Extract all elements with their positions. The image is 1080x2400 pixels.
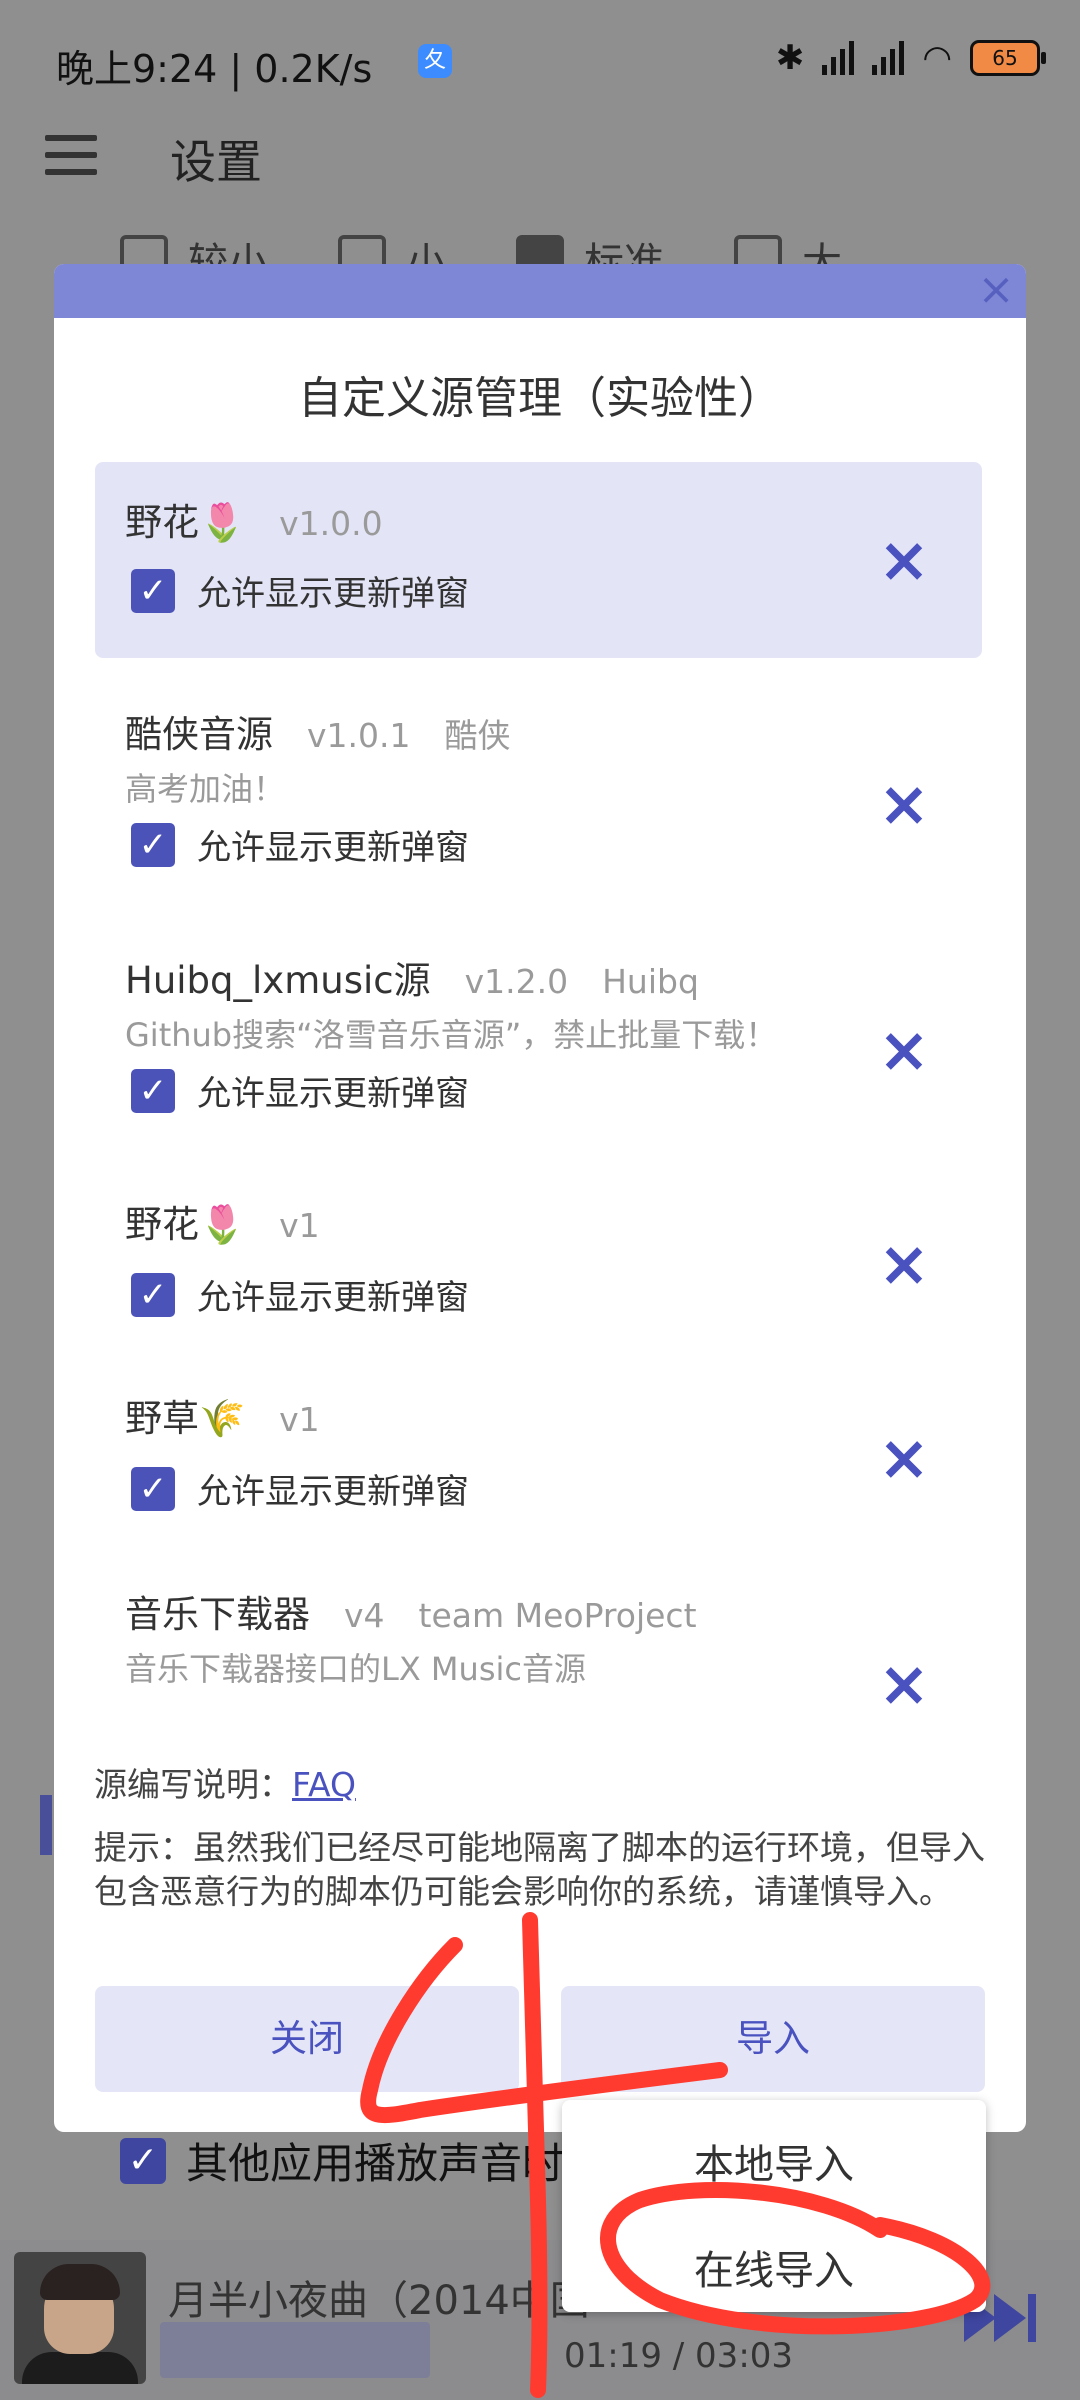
source-item[interactable]: Huibq_lxmusic源 v1.2.0 Huibq Github搜索“洛雪音… (95, 930, 982, 1160)
source-version: v1.0.0 (279, 504, 383, 543)
source-header: 音乐下载器 v4 team MeoProject (125, 1584, 697, 1638)
source-author: 酷侠 (444, 716, 511, 755)
lyric-placeholder (160, 2322, 430, 2378)
wifi-icon: ◠ (922, 38, 952, 78)
checkbox-label: 允许显示更新弹窗 (197, 828, 469, 868)
dialog-header: × (54, 264, 1026, 318)
remove-source-icon[interactable]: × (878, 1233, 930, 1295)
source-item[interactable]: 音乐下载器 v4 team MeoProject 音乐下载器接口的LX Musi… (95, 1564, 982, 1715)
playback-time: 01:19 / 03:03 (564, 2336, 794, 2376)
checkbox-checked-icon: ✓ (120, 2137, 166, 2184)
faq-prefix: 源编写说明： (94, 1765, 292, 1804)
source-description: Github搜索“洛雪音乐音源”，禁止批量下载！ (125, 1016, 778, 1054)
remove-source-icon[interactable]: × (878, 773, 930, 835)
signal-icon-2 (872, 41, 905, 75)
background-checkbox-label: 其他应用播放声音时 (186, 2139, 565, 2188)
signal-icon (822, 41, 855, 75)
dialog-title: 自定义源管理（实验性） (298, 373, 782, 424)
checkbox-label: 允许显示更新弹窗 (197, 1472, 469, 1512)
source-name: 野草🌾 (125, 1397, 246, 1440)
source-version: v1 (279, 1206, 320, 1245)
source-version: v1 (279, 1400, 320, 1439)
checkbox-checked-icon: ✓ (131, 822, 175, 867)
menu-icon[interactable] (45, 135, 97, 175)
source-name: 酷侠音源 (125, 713, 273, 756)
remove-source-icon[interactable]: × (878, 1019, 930, 1081)
checkbox-checked-icon: ✓ (131, 1068, 175, 1113)
source-name: 野花🌷 (125, 1203, 246, 1246)
source-author: team MeoProject (418, 1596, 697, 1635)
security-tip: 提示：虽然我们已经尽可能地隔离了脚本的运行环境，但导入包含恶意行为的脚本仍可能会… (94, 1828, 985, 1911)
source-header: 野花🌷 v1 (125, 1194, 320, 1248)
checkbox-checked-icon: ✓ (131, 568, 175, 613)
source-name: 野花🌷 (125, 501, 246, 544)
checkbox-label: 允许显示更新弹窗 (197, 1278, 469, 1318)
remove-source-icon[interactable]: × (878, 1427, 930, 1489)
source-header: 野草🌾 v1 (125, 1388, 320, 1442)
app-notification-icon: 夂 (418, 44, 452, 78)
dialog-close-icon[interactable]: × (976, 268, 1016, 312)
battery-icon: 65 (970, 40, 1046, 76)
album-art[interactable] (14, 2252, 146, 2384)
source-version: v1.0.1 (307, 716, 411, 755)
import-menu: 本地导入 在线导入 (562, 2100, 986, 2312)
allow-update-checkbox[interactable]: ✓ 允许显示更新弹窗 (131, 1464, 469, 1513)
page-title: 设置 (170, 135, 262, 189)
close-button[interactable]: 关闭 (95, 1986, 519, 2092)
checkbox-label: 允许显示更新弹窗 (197, 1074, 469, 1114)
section-marker (40, 1795, 52, 1855)
bluetooth-icon: ✱ (775, 38, 805, 78)
allow-update-checkbox[interactable]: ✓ 允许显示更新弹窗 (131, 1270, 469, 1319)
song-title: 月半小夜曲（2014中国 (168, 2278, 590, 2324)
source-description: 音乐下载器接口的LX Music音源 (125, 1650, 586, 1688)
remove-source-icon[interactable]: × (878, 1653, 930, 1715)
status-bar: 晚上9:24 | 0.2K/s 夂 ✱ ◠ 65 (0, 0, 1080, 125)
allow-update-checkbox[interactable]: ✓ 允许显示更新弹窗 (131, 566, 469, 615)
menu-item-online-import[interactable]: 在线导入 (562, 2238, 986, 2296)
source-item[interactable]: 野花🌷 v1 ✓ 允许显示更新弹窗 × (95, 1174, 982, 1354)
custom-source-dialog: × 自定义源管理（实验性） 野花🌷 v1.0.0 ✓ 允许显示更新弹窗 × 酷侠… (54, 264, 1026, 2132)
allow-update-checkbox[interactable]: ✓ 允许显示更新弹窗 (131, 820, 469, 869)
status-time: 晚上9:24 | 0.2K/s (56, 47, 373, 91)
status-icons: ✱ ◠ 65 (775, 38, 1046, 78)
checkbox-checked-icon: ✓ (131, 1466, 175, 1511)
source-version: v1.2.0 (464, 962, 569, 1001)
background-checkbox-row[interactable]: ✓ 其他应用播放声音时 (120, 2130, 564, 2191)
source-item[interactable]: 酷侠音源 v1.0.1 酷侠 高考加油！ ✓ 允许显示更新弹窗 × (95, 684, 982, 914)
remove-source-icon[interactable]: × (878, 529, 930, 591)
menu-item-local-import[interactable]: 本地导入 (562, 2132, 986, 2190)
checkbox-label: 允许显示更新弹窗 (197, 574, 469, 614)
source-header: 酷侠音源 v1.0.1 酷侠 (125, 704, 511, 758)
allow-update-checkbox[interactable]: ✓ 允许显示更新弹窗 (131, 1066, 469, 1115)
source-name: 音乐下载器 (125, 1593, 310, 1636)
source-author: Huibq (602, 962, 699, 1001)
source-name: Huibq_lxmusic源 (125, 959, 431, 1002)
source-version: v4 (344, 1596, 385, 1635)
import-button[interactable]: 导入 (561, 1986, 985, 2092)
source-description: 高考加油！ (125, 770, 286, 808)
source-item[interactable]: 野草🌾 v1 ✓ 允许显示更新弹窗 × (95, 1368, 982, 1548)
source-header: Huibq_lxmusic源 v1.2.0 Huibq (125, 950, 699, 1004)
faq-link[interactable]: FAQ (292, 1765, 356, 1804)
checkbox-checked-icon: ✓ (131, 1272, 175, 1317)
source-item[interactable]: 野花🌷 v1.0.0 ✓ 允许显示更新弹窗 × (95, 462, 982, 658)
faq-row: 源编写说明：FAQ (94, 1758, 356, 1806)
source-header: 野花🌷 v1.0.0 (125, 492, 383, 546)
